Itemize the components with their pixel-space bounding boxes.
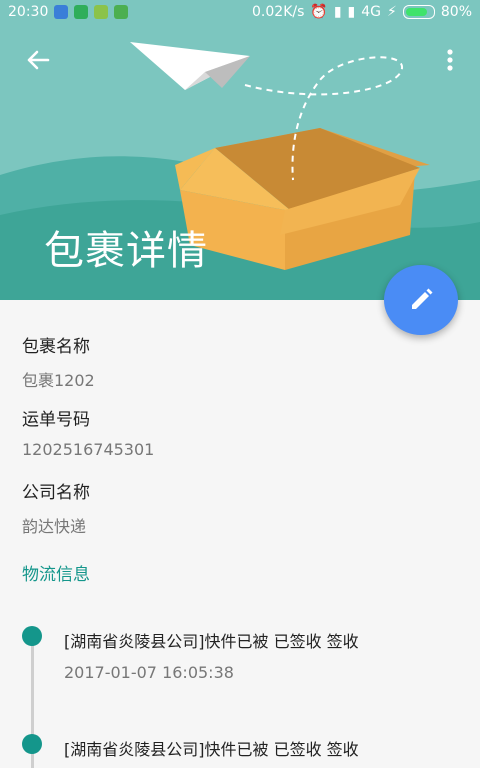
signal-icon: ▮ [347,4,356,20]
battery-icon [402,5,435,19]
package-name-label: 包裹名称 [22,337,90,357]
tracking-number-value: 1202516745301 [22,440,155,459]
timeline-event-text: [湖南省炎陵县公司]快件已被 已签收 签收 [64,632,359,651]
company-value: 韵达快递 [22,517,87,536]
company-label: 公司名称 [22,483,90,503]
notification-icon [74,5,89,19]
tracking-number-label: 运单号码 [22,410,90,430]
charging-icon: ⚡ [387,4,397,20]
arrow-left-icon [27,50,50,70]
header-banner: 20:30 0.02K/s ⏰ ▮ ▮ 4G ⚡ 80% 包裹详情 [0,0,480,300]
timeline-event-text: [湖南省炎陵县公司]快件已被 已签收 签收 [64,740,359,759]
network-speed: 0.02K/s [252,4,305,20]
status-bar: 20:30 0.02K/s ⏰ ▮ ▮ 4G ⚡ 80% [0,0,480,26]
package-name-value: 包裹1202 [22,371,95,390]
timeline-dot [22,626,42,646]
back-button[interactable] [22,44,54,76]
more-vert-icon [447,49,453,71]
page-title: 包裹详情 [44,228,208,274]
logistics-title: 物流信息 [22,565,90,585]
notification-icon [114,5,129,19]
alarm-icon: ⏰ [310,4,328,20]
notification-icon [54,5,69,19]
timeline-dot [22,734,42,754]
status-time: 20:30 [8,4,49,20]
battery-percent: 80% [440,4,472,20]
network-type: 4G [361,4,382,20]
notification-icon [94,5,109,19]
more-options-button[interactable] [440,46,460,74]
timeline-event-time: 2017-01-07 16:05:38 [64,663,234,682]
signal-icon: ▮ [333,4,342,20]
edit-button[interactable] [384,265,458,335]
pencil-icon [412,288,433,309]
